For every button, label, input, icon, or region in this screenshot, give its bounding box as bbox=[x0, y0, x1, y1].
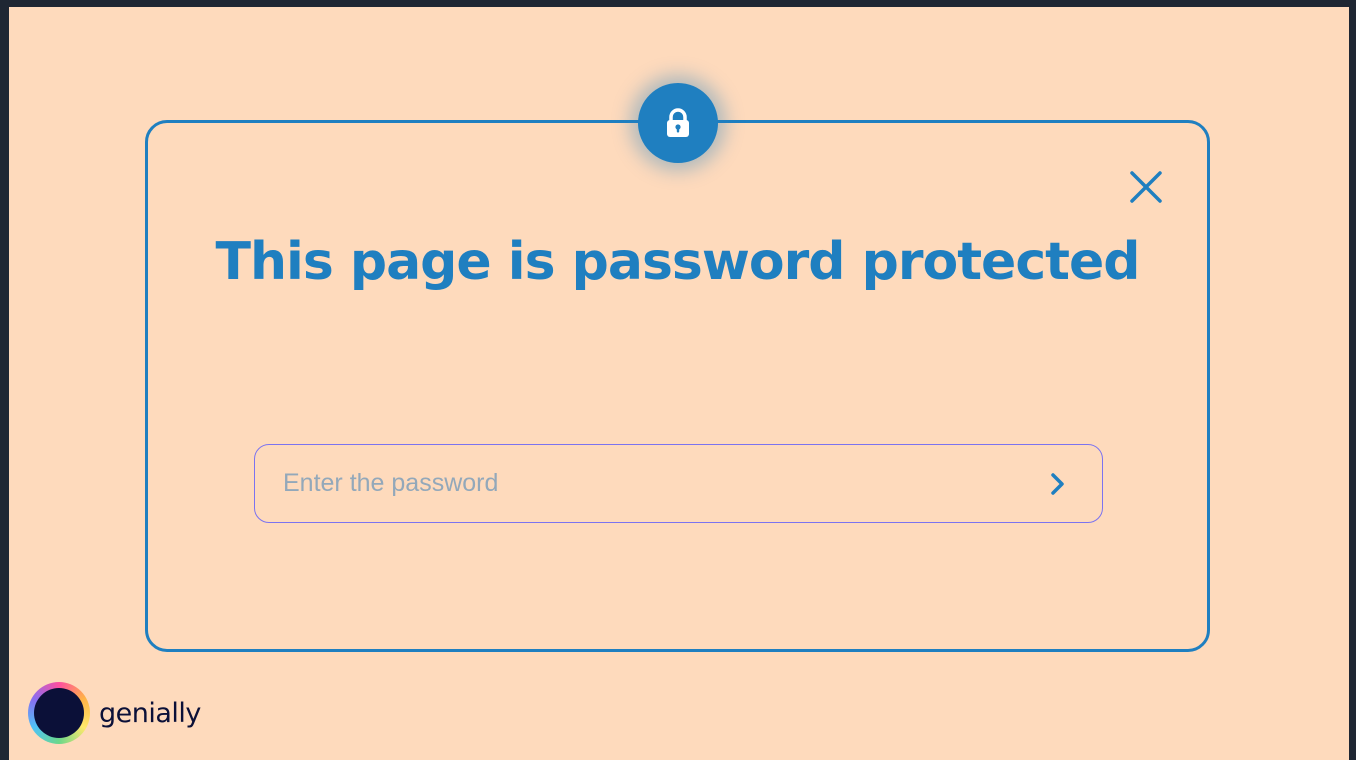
chevron-right-icon bbox=[1051, 472, 1064, 495]
password-field bbox=[254, 444, 1103, 523]
close-icon bbox=[1130, 171, 1162, 203]
submit-password-button[interactable] bbox=[1028, 454, 1088, 514]
password-input[interactable] bbox=[255, 445, 1028, 522]
dialog-title: This page is password protected bbox=[215, 232, 1141, 292]
lock-icon bbox=[638, 83, 718, 163]
password-dialog bbox=[145, 120, 1210, 652]
close-button[interactable] bbox=[1126, 167, 1166, 207]
genially-brand[interactable]: genially bbox=[28, 682, 201, 744]
brand-name: genially bbox=[99, 697, 201, 729]
genially-logo-icon bbox=[28, 682, 90, 744]
page-frame: This page is password protected genially bbox=[9, 7, 1349, 760]
